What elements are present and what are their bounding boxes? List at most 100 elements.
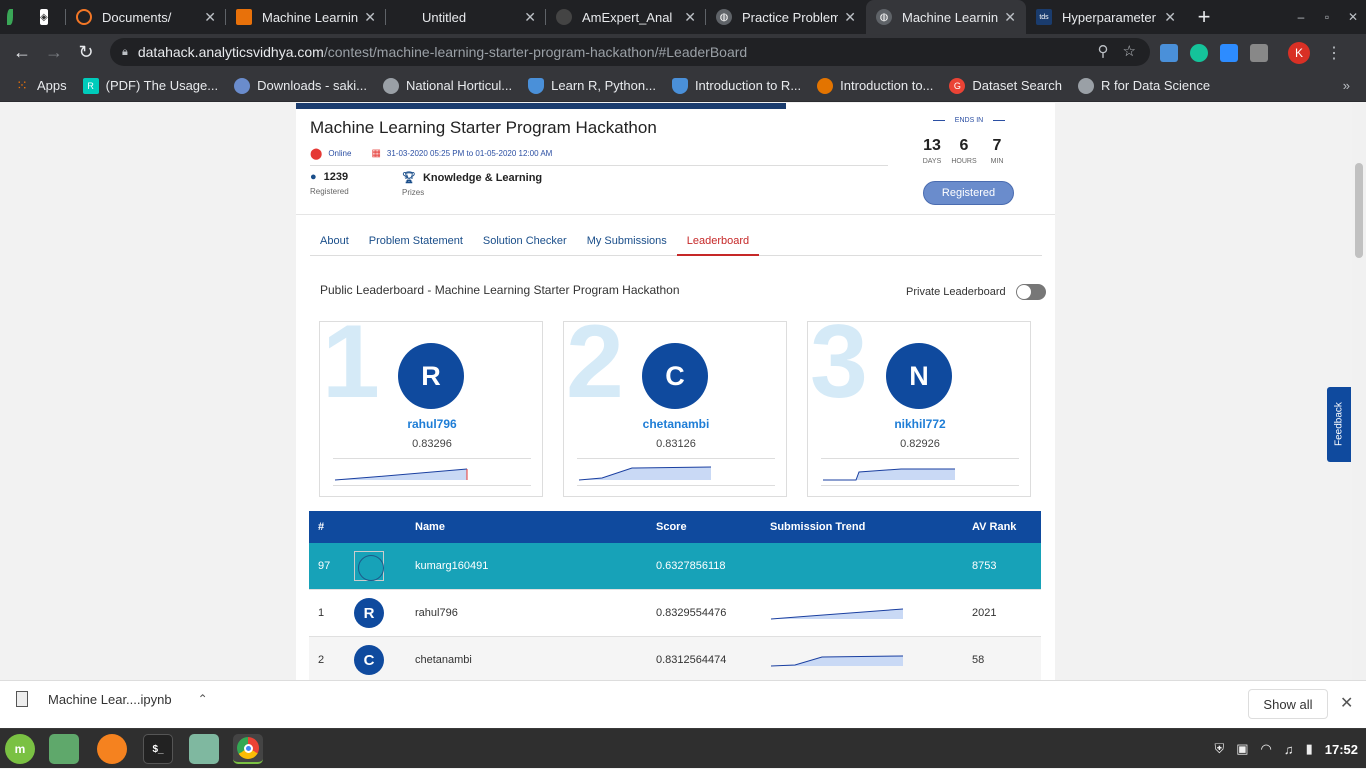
bookmark-national-horticulture[interactable]: National Horticul... xyxy=(375,77,520,94)
bookmark-introduction-colab[interactable]: Introduction to... xyxy=(809,77,941,94)
restore-icon[interactable]: ▫ xyxy=(1314,10,1340,24)
tab-solution-checker[interactable]: Solution Checker xyxy=(473,225,577,256)
table-row[interactable]: 1 R rahul796 0.8329554476 2021 xyxy=(309,590,1041,637)
podium-card-1: 1 R rahul796 0.83296 xyxy=(319,310,544,497)
close-icon[interactable]: ✕ xyxy=(684,9,696,26)
feedback-button[interactable]: Feedback xyxy=(1327,387,1351,462)
registered-stat: ● 1239 Registered xyxy=(310,171,349,196)
registered-button[interactable]: Registered xyxy=(923,181,1014,205)
bookmark-learn-r-python[interactable]: Learn R, Python... xyxy=(520,77,664,94)
terminal-icon[interactable]: $_ xyxy=(143,734,173,764)
lock-icon[interactable]: 🔒︎ xyxy=(122,46,128,59)
tab-my-submissions[interactable]: My Submissions xyxy=(577,225,677,256)
back-icon[interactable]: ← xyxy=(6,36,38,68)
tab-about[interactable]: About xyxy=(310,225,359,256)
tab-practice-problem[interactable]: ◍ Practice Problem ✕ xyxy=(706,0,866,34)
new-tab-button[interactable]: + xyxy=(1186,0,1222,34)
tab-problem-statement[interactable]: Problem Statement xyxy=(359,225,473,256)
reload-icon[interactable]: ↻ xyxy=(70,36,102,68)
registered-count: 1239 xyxy=(323,171,349,183)
chrome-icon[interactable] xyxy=(233,734,263,764)
mint-menu-icon[interactable]: m xyxy=(5,734,35,764)
tab-leaderboard[interactable]: Leaderboard xyxy=(676,225,760,256)
extension-icon[interactable] xyxy=(1250,44,1268,62)
zoom-extension-icon[interactable] xyxy=(1220,44,1238,62)
bookmark-pdf-usage[interactable]: R (PDF) The Usage... xyxy=(75,77,226,94)
grid-logo-icon: ◈ xyxy=(40,9,48,25)
close-icon[interactable]: ✕ xyxy=(524,9,536,26)
battery-icon[interactable]: ▮ xyxy=(1306,741,1313,757)
toggle-switch[interactable] xyxy=(1015,284,1046,300)
globe-icon: ◍ xyxy=(876,9,892,25)
private-leaderboard-toggle[interactable]: Private Leaderboard xyxy=(906,284,1046,300)
location-pin-icon: ⬤ xyxy=(310,148,323,160)
trend-sparkline xyxy=(578,466,712,481)
bookmark-dataset-search[interactable]: G Dataset Search xyxy=(941,77,1070,94)
podium-name[interactable]: rahul796 xyxy=(320,417,544,431)
clock[interactable]: 17:52 xyxy=(1325,742,1358,757)
colab-icon xyxy=(817,77,834,94)
extension-icon[interactable] xyxy=(1160,44,1178,62)
column-score: Score xyxy=(656,521,687,533)
star-icon[interactable]: ☆ xyxy=(1123,42,1136,60)
close-icon[interactable]: ✕ xyxy=(1004,9,1016,26)
close-icon[interactable]: ✕ xyxy=(1340,693,1353,713)
files-icon[interactable] xyxy=(49,734,79,764)
close-icon[interactable]: ✕ xyxy=(844,9,856,26)
extensions: K ⋮ xyxy=(1160,42,1342,64)
folder-icon[interactable] xyxy=(189,734,219,764)
bookmark-r-for-data-science[interactable]: R for Data Science xyxy=(1070,77,1218,94)
bookmark-downloads[interactable]: Downloads - saki... xyxy=(226,77,375,94)
tab-pinned-mint[interactable] xyxy=(0,0,30,34)
tab-documents[interactable]: Documents/ ✕ xyxy=(66,0,226,34)
file-icon xyxy=(16,691,28,707)
network-icon[interactable]: ▣ xyxy=(1236,741,1248,757)
tab-amexpert[interactable]: AmExpert_Anal ✕ xyxy=(546,0,706,34)
tab-untitled[interactable]: Untitled ✕ xyxy=(386,0,546,34)
close-icon[interactable]: ✕ xyxy=(204,9,216,26)
contest-tabs: About Problem Statement Solution Checker… xyxy=(310,225,1042,256)
contest-meta: ⬤ Online ▦ 31-03-2020 05:25 PM to 01-05-… xyxy=(310,147,552,160)
download-item[interactable]: Machine Lear....ipynb ⌃ xyxy=(16,691,208,707)
podium-rank: 3 xyxy=(810,304,868,420)
table-row[interactable]: 2 C chetanambi 0.8312564474 58 xyxy=(309,637,1041,680)
shield-check-icon[interactable]: ⛨ xyxy=(1214,741,1224,757)
globe-icon: ◍ xyxy=(716,9,732,25)
forward-icon[interactable]: → xyxy=(38,36,70,68)
show-all-button[interactable]: Show all xyxy=(1248,689,1328,719)
minimize-icon[interactable]: – xyxy=(1288,10,1314,24)
music-icon[interactable]: ♫ xyxy=(1284,742,1294,757)
tab-machine-learning-active[interactable]: ◍ Machine Learnin ✕ xyxy=(866,0,1026,34)
close-icon[interactable]: ✕ xyxy=(1164,9,1176,26)
podium-card-2: 2 C chetanambi 0.83126 xyxy=(563,310,788,497)
firefox-icon[interactable] xyxy=(97,734,127,764)
tab-pinned-grid[interactable]: ◈ xyxy=(30,0,66,34)
url-host: datahack.analyticsvidhya.com xyxy=(137,44,324,60)
avatar: C xyxy=(354,645,384,675)
grammarly-icon[interactable] xyxy=(1190,44,1208,62)
podium-card-3: 3 N nikhil772 0.82926 xyxy=(807,310,1032,497)
contest-location: Online xyxy=(328,149,352,158)
close-icon[interactable]: ✕ xyxy=(364,9,376,26)
table-row-current-user[interactable]: 97 kumarg160491 0.6327856118 8753 xyxy=(309,543,1041,590)
profile-avatar[interactable]: K xyxy=(1288,42,1310,64)
countdown-hours: 6 HOURS xyxy=(951,137,977,165)
bookmark-apps[interactable]: ⁙ Apps xyxy=(0,77,75,94)
podium-name[interactable]: chetanambi xyxy=(564,417,788,431)
close-window-icon[interactable]: ✕ xyxy=(1340,10,1366,24)
podium-name[interactable]: nikhil772 xyxy=(808,417,1032,431)
zoom-icon[interactable]: ⚲ xyxy=(1098,42,1109,60)
bookmark-introduction-to-r[interactable]: Introduction to R... xyxy=(664,77,809,94)
ends-in-label: ENDS IN xyxy=(954,117,984,124)
wifi-icon[interactable]: ◠ xyxy=(1261,741,1272,757)
chevron-up-icon[interactable]: ⌃ xyxy=(198,692,208,706)
menu-kebab-icon[interactable]: ⋮ xyxy=(1326,43,1342,63)
tab-hyperparameter[interactable]: tds Hyperparameter ✕ xyxy=(1026,0,1186,34)
more-bookmarks-icon[interactable]: » xyxy=(1335,78,1358,93)
avatar-image-placeholder xyxy=(354,551,384,581)
tab-machine-learning-book[interactable]: Machine Learnin ✕ xyxy=(226,0,386,34)
podium-rank: 1 xyxy=(322,304,380,420)
address-bar[interactable]: 🔒︎ datahack.analyticsvidhya.com/contest/… xyxy=(110,38,1150,66)
table-header: # Name Score Submission Trend AV Rank xyxy=(309,511,1041,543)
page-scrollbar[interactable] xyxy=(1352,103,1366,680)
